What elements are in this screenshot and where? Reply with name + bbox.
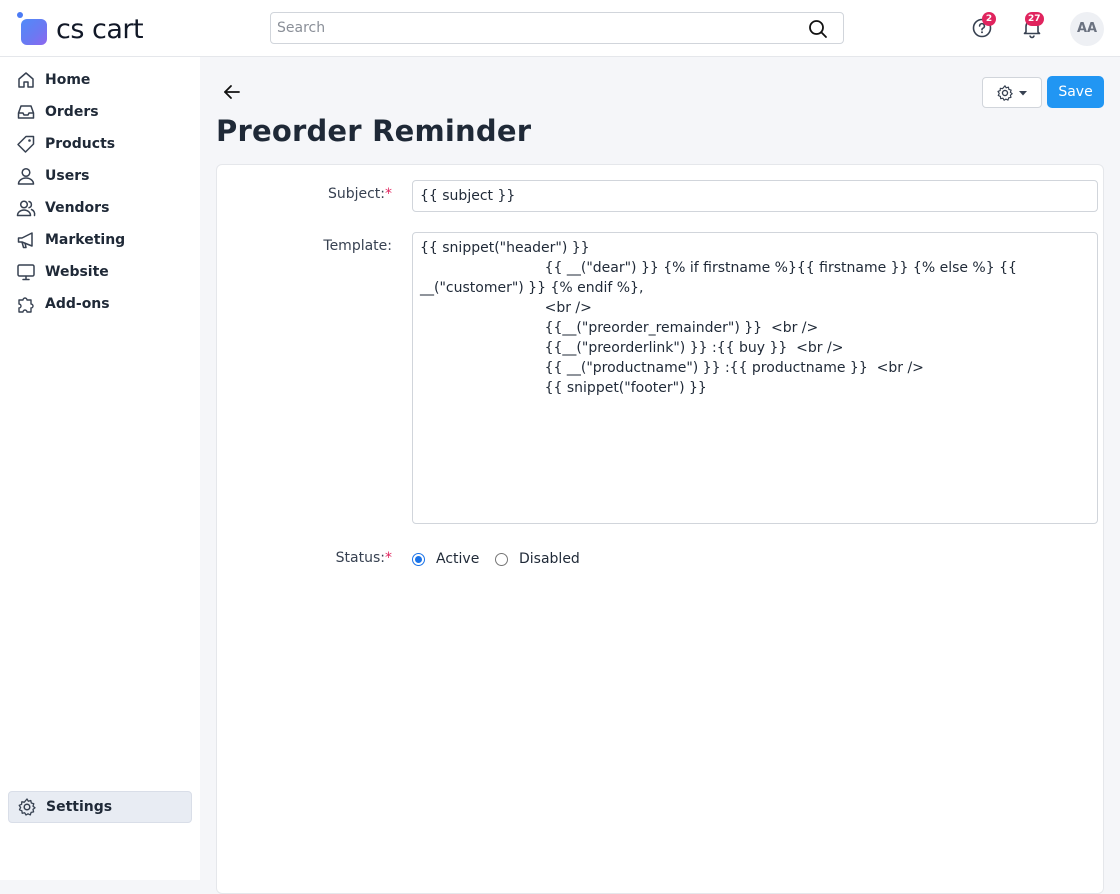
sidebar-item-label: Products <box>45 136 116 152</box>
inbox-icon <box>17 105 35 119</box>
template-textarea[interactable]: {{ snippet("header") }} {{ __("dear") }}… <box>412 232 1098 524</box>
page-title: Preorder Reminder <box>216 114 532 148</box>
sidebar-item-label: Settings <box>46 799 113 815</box>
avatar[interactable]: AA <box>1070 12 1104 46</box>
sidebar-item-label: Website <box>45 264 109 280</box>
help-badge: 2 <box>982 12 996 26</box>
sidebar-item-label: Vendors <box>45 200 110 216</box>
subject-input[interactable] <box>412 180 1098 212</box>
required-mark: * <box>385 550 392 566</box>
notifications-button[interactable]: 27 <box>1020 12 1044 39</box>
status-radio-disabled[interactable]: Disabled <box>495 551 580 567</box>
sidebar-item-label: Add-ons <box>45 296 110 312</box>
tag-icon <box>17 135 35 153</box>
monitor-icon <box>17 264 35 281</box>
logo-text: cs cart <box>56 13 144 45</box>
radio-label: Active <box>436 551 480 567</box>
sidebar-item-orders[interactable]: Orders <box>8 96 192 128</box>
status-radio-active[interactable]: Active <box>412 551 479 567</box>
user-icon <box>17 167 35 185</box>
logo-icon <box>16 12 50 46</box>
caret-down-icon <box>1019 90 1027 95</box>
sidebar-item-users[interactable]: Users <box>8 160 192 192</box>
sidebar-item-products[interactable]: Products <box>8 128 192 160</box>
sidebar-item-label: Users <box>45 168 90 184</box>
sidebar-item-label: Home <box>45 72 91 88</box>
sidebar-item-website[interactable]: Website <box>8 256 192 288</box>
gear-icon <box>997 84 1013 101</box>
logo[interactable]: cs cart <box>16 12 144 46</box>
subject-label: Subject:* <box>327 186 392 202</box>
sidebar: Home Orders Products Users Vendors Marke… <box>0 57 200 880</box>
sidebar-item-addons[interactable]: Add-ons <box>8 288 192 320</box>
users-icon <box>16 200 36 217</box>
gear-icon <box>18 798 36 816</box>
help-button[interactable]: 2 <box>970 12 996 39</box>
required-mark: * <box>385 186 392 202</box>
back-arrow-icon[interactable] <box>220 80 244 104</box>
sidebar-item-label: Marketing <box>45 232 126 248</box>
sidebar-item-marketing[interactable]: Marketing <box>8 224 192 256</box>
search-box <box>270 12 844 44</box>
sidebar-item-label: Orders <box>45 104 99 120</box>
top-header: cs cart 2 27 AA <box>0 0 1120 57</box>
radio-checked-icon <box>412 552 425 566</box>
search-input[interactable] <box>271 13 791 43</box>
status-label: Status:* <box>335 550 392 566</box>
sidebar-item-home[interactable]: Home <box>8 64 192 96</box>
settings-dropdown-button[interactable] <box>982 77 1042 108</box>
radio-label: Disabled <box>519 551 580 567</box>
search-icon[interactable] <box>808 19 828 39</box>
puzzle-icon <box>18 297 34 313</box>
radio-unchecked-icon <box>495 552 508 566</box>
template-label: Template: <box>323 238 392 254</box>
notifications-badge: 27 <box>1025 12 1044 26</box>
sidebar-item-settings[interactable]: Settings <box>8 791 192 823</box>
megaphone-icon <box>17 232 33 249</box>
sidebar-item-vendors[interactable]: Vendors <box>8 192 192 224</box>
home-icon <box>18 72 34 88</box>
save-button[interactable]: Save <box>1047 76 1104 108</box>
